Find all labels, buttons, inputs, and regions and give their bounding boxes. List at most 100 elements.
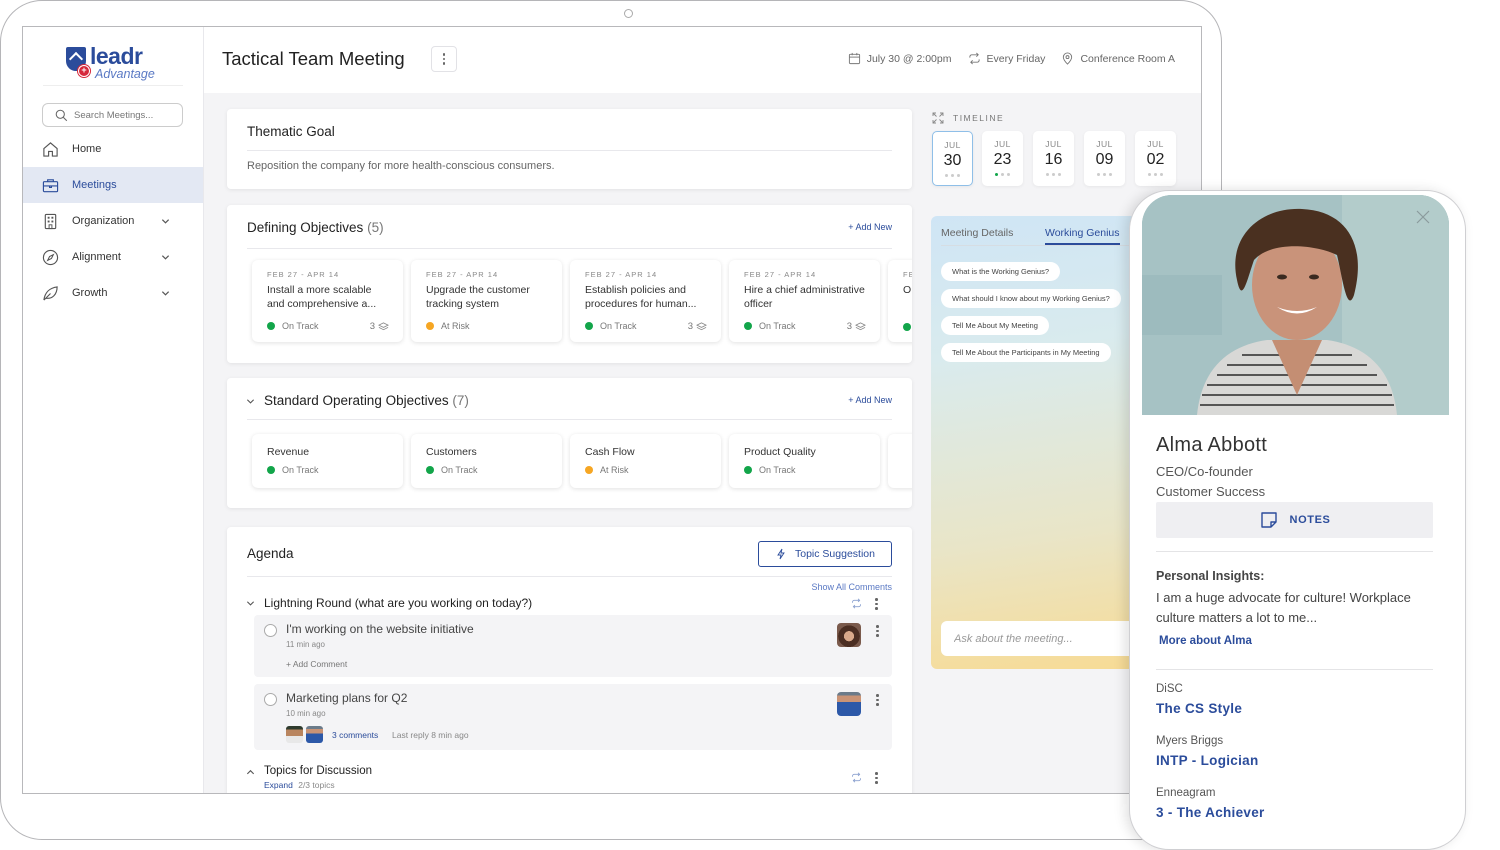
sidebar-item-label: Growth [72, 287, 108, 299]
sop-card[interactable]: Revenue On Track [252, 434, 403, 488]
note-icon [1260, 512, 1277, 528]
profile-phone: Alma Abbott CEO/Co-founder Customer Succ… [1129, 190, 1466, 850]
sidebar-item-label: Meetings [72, 179, 117, 191]
kebab-icon [442, 53, 446, 65]
suggestion-chip[interactable]: Tell Me About the Participants in My Mee… [941, 343, 1111, 362]
sidebar-item-label: Alignment [72, 251, 121, 263]
add-new-sop-link[interactable]: + Add New [848, 395, 892, 405]
tab-meeting-details[interactable]: Meeting Details [941, 227, 1013, 239]
status-badge: On Track [744, 465, 865, 475]
sop-card[interactable]: Cash Flow At Risk [570, 434, 721, 488]
ask-input[interactable] [954, 632, 1134, 645]
assessment-label: Myers Briggs [1156, 735, 1224, 747]
timeline-date[interactable]: JUL 09 [1084, 131, 1125, 186]
insights-text: I am a huge advocate for culture! Workpl… [1156, 590, 1411, 625]
close-icon[interactable] [1415, 209, 1431, 225]
topic-suggestion-button[interactable]: Topic Suggestion [758, 541, 892, 567]
assessment-value[interactable]: INTP - Logician [1156, 753, 1259, 768]
add-comment-link[interactable]: + Add Comment [286, 659, 347, 669]
recurring-icon[interactable] [851, 772, 862, 783]
logo-subtext: Advantage [95, 67, 155, 81]
status-dot [744, 466, 752, 474]
meeting-date: July 30 @ 2:00pm [848, 52, 952, 65]
complete-radio[interactable] [264, 624, 277, 637]
profile-photo [1142, 195, 1449, 415]
sidebar-item-growth[interactable]: Growth [23, 275, 203, 311]
more-about-link[interactable]: More about Alma [1159, 635, 1252, 647]
status-dot [267, 466, 275, 474]
logo[interactable]: + leadr Advantage [66, 43, 176, 85]
thematic-goal-text: Reposition the company for more health-c… [247, 160, 555, 172]
objective-card[interactable]: FEB 27 - APR 14 Hire a chief administrat… [729, 260, 880, 342]
comments-link[interactable]: 3 comments [332, 730, 378, 740]
expand-icon[interactable] [932, 112, 944, 124]
assessment-value[interactable]: The CS Style [1156, 701, 1242, 716]
sidebar-item-home[interactable]: Home [23, 131, 203, 167]
avatar [837, 623, 861, 647]
divider [1156, 669, 1433, 670]
recurring-icon[interactable] [851, 598, 862, 609]
notes-button[interactable]: NOTES [1156, 502, 1433, 538]
chevron-down-icon[interactable] [246, 397, 255, 406]
sidebar-item-label: Organization [72, 215, 135, 227]
timeline-date[interactable]: JUL 16 [1033, 131, 1074, 186]
sidebar-item-alignment[interactable]: Alignment [23, 239, 203, 275]
chevron-down-icon [161, 255, 170, 260]
status-badge: At Risk [585, 465, 706, 475]
agenda-card: Agenda Topic Suggestion Show All Comment… [227, 527, 912, 793]
divider [247, 419, 892, 420]
sop-card[interactable] [888, 434, 912, 488]
objective-card[interactable]: FE O [888, 260, 912, 342]
complete-radio[interactable] [264, 693, 277, 706]
timeline-date[interactable]: JUL 23 [982, 131, 1023, 186]
show-all-comments-link[interactable]: Show All Comments [811, 582, 892, 592]
divider [1156, 551, 1433, 552]
meeting-options-button[interactable] [431, 46, 457, 72]
add-new-objective-link[interactable]: + Add New [848, 222, 892, 232]
profile-role: CEO/Co-founder [1156, 464, 1253, 479]
ask-box[interactable] [941, 621, 1141, 656]
sidebar-item-meetings[interactable]: Meetings [23, 167, 203, 203]
chevron-down-icon[interactable] [246, 599, 255, 608]
defining-objectives-title: Defining Objectives (5) [247, 220, 384, 235]
objective-card[interactable]: FEB 27 - APR 14 Upgrade the customer tra… [411, 260, 562, 342]
status-badge: At Risk [426, 321, 470, 331]
status-dot [426, 466, 434, 474]
profile-name: Alma Abbott [1156, 434, 1268, 456]
objective-card[interactable]: FEB 27 - APR 14 Establish policies and p… [570, 260, 721, 342]
search-icon [55, 109, 68, 121]
last-reply: Last reply 8 min ago [392, 730, 469, 740]
suggestion-chip[interactable]: What should I know about my Working Geni… [941, 289, 1121, 308]
timeline-date[interactable]: JUL 30 [932, 131, 973, 186]
suggestion-chip[interactable]: Tell Me About My Meeting [941, 316, 1049, 335]
expand-link[interactable]: Expand [264, 780, 293, 790]
divider [247, 248, 892, 249]
timeline-header: TIMELINE [932, 112, 1004, 124]
agenda-item[interactable]: I'm working on the website initiative 11… [254, 615, 892, 677]
search-box[interactable] [42, 103, 183, 127]
sop-card[interactable]: Product Quality On Track [729, 434, 880, 488]
timeline-date[interactable]: JUL 02 [1135, 131, 1176, 186]
divider [247, 576, 892, 577]
chevron-up-icon[interactable] [246, 768, 255, 777]
sop-card[interactable]: Customers On Track [411, 434, 562, 488]
agenda-item[interactable]: Marketing plans for Q2 10 min ago 3 comm… [254, 684, 892, 750]
thematic-goal-title: Thematic Goal [247, 124, 335, 139]
key-results-count: 3 [847, 321, 866, 332]
objective-card[interactable]: FEB 27 - APR 14 Install a more scalable … [252, 260, 403, 342]
item-options-icon[interactable] [876, 694, 879, 706]
item-options-icon[interactable] [876, 625, 879, 637]
app-screen: + leadr Advantage Home Meetings [22, 26, 1202, 794]
home-icon [43, 141, 58, 157]
commenter-avatar [286, 726, 303, 743]
location-pin-icon [1063, 52, 1073, 65]
search-input[interactable] [74, 109, 174, 121]
tab-working-genius[interactable]: Working Genius [1045, 227, 1120, 245]
sidebar-item-organization[interactable]: Organization [23, 203, 203, 239]
section-options-icon[interactable] [875, 772, 878, 784]
section-options-icon[interactable] [875, 598, 878, 610]
meeting-meta: July 30 @ 2:00pm Every Friday Conference… [832, 52, 1175, 65]
assessment-label: DiSC [1156, 683, 1183, 695]
suggestion-chip[interactable]: What is the Working Genius? [941, 262, 1060, 281]
divider [247, 150, 892, 151]
